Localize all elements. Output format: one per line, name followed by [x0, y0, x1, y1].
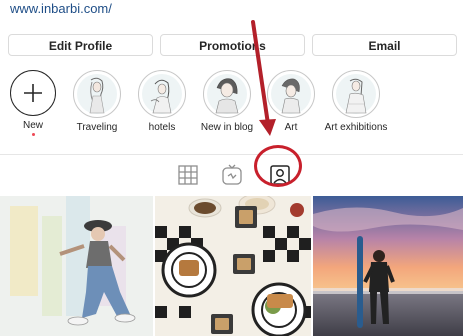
- profile-website-link[interactable]: www.inbarbi.com/: [10, 1, 112, 16]
- sketch-woman-illustration: [89, 77, 105, 114]
- sketch-woman-illustration: [150, 79, 172, 114]
- grid-icon[interactable]: [176, 163, 200, 187]
- dancer-watercolor-image: [0, 196, 153, 336]
- post-tile-beach-surfer[interactable]: [313, 196, 463, 336]
- igtv-icon[interactable]: [220, 163, 244, 187]
- promotions-button[interactable]: Promotions: [160, 34, 305, 56]
- edit-profile-button[interactable]: Edit Profile: [8, 34, 153, 56]
- tagged-posts-grid: [0, 196, 463, 336]
- beach-sunset-image: [313, 196, 463, 336]
- story-highlights: New Traveling hotels New in blog Art Art…: [0, 70, 463, 140]
- highlight-label: Art exhibitions: [324, 122, 388, 133]
- sketch-woman-illustration: [215, 78, 239, 114]
- post-tile-dancer[interactable]: [0, 196, 153, 336]
- highlight-cover[interactable]: [138, 70, 186, 118]
- highlight-cover[interactable]: [203, 70, 251, 118]
- highlight-cover[interactable]: [332, 70, 380, 118]
- email-button[interactable]: Email: [312, 34, 457, 56]
- highlight-cover[interactable]: [267, 70, 315, 118]
- sketch-woman-illustration: [281, 78, 301, 114]
- new-notification-dot: [31, 133, 35, 136]
- new-highlight-ring[interactable]: [10, 70, 56, 116]
- highlight-art-exhibitions[interactable]: Art exhibitions: [318, 70, 394, 133]
- post-tile-breakfast[interactable]: [155, 196, 311, 336]
- highlight-cover[interactable]: [73, 70, 121, 118]
- profile-actions: Edit Profile Promotions Email: [0, 34, 463, 58]
- profile-tabs: [0, 155, 463, 195]
- sketch-woman-illustration: [345, 78, 367, 114]
- plus-icon: [24, 84, 42, 102]
- annotation-circle: [254, 145, 302, 187]
- breakfast-table-image: [155, 196, 311, 336]
